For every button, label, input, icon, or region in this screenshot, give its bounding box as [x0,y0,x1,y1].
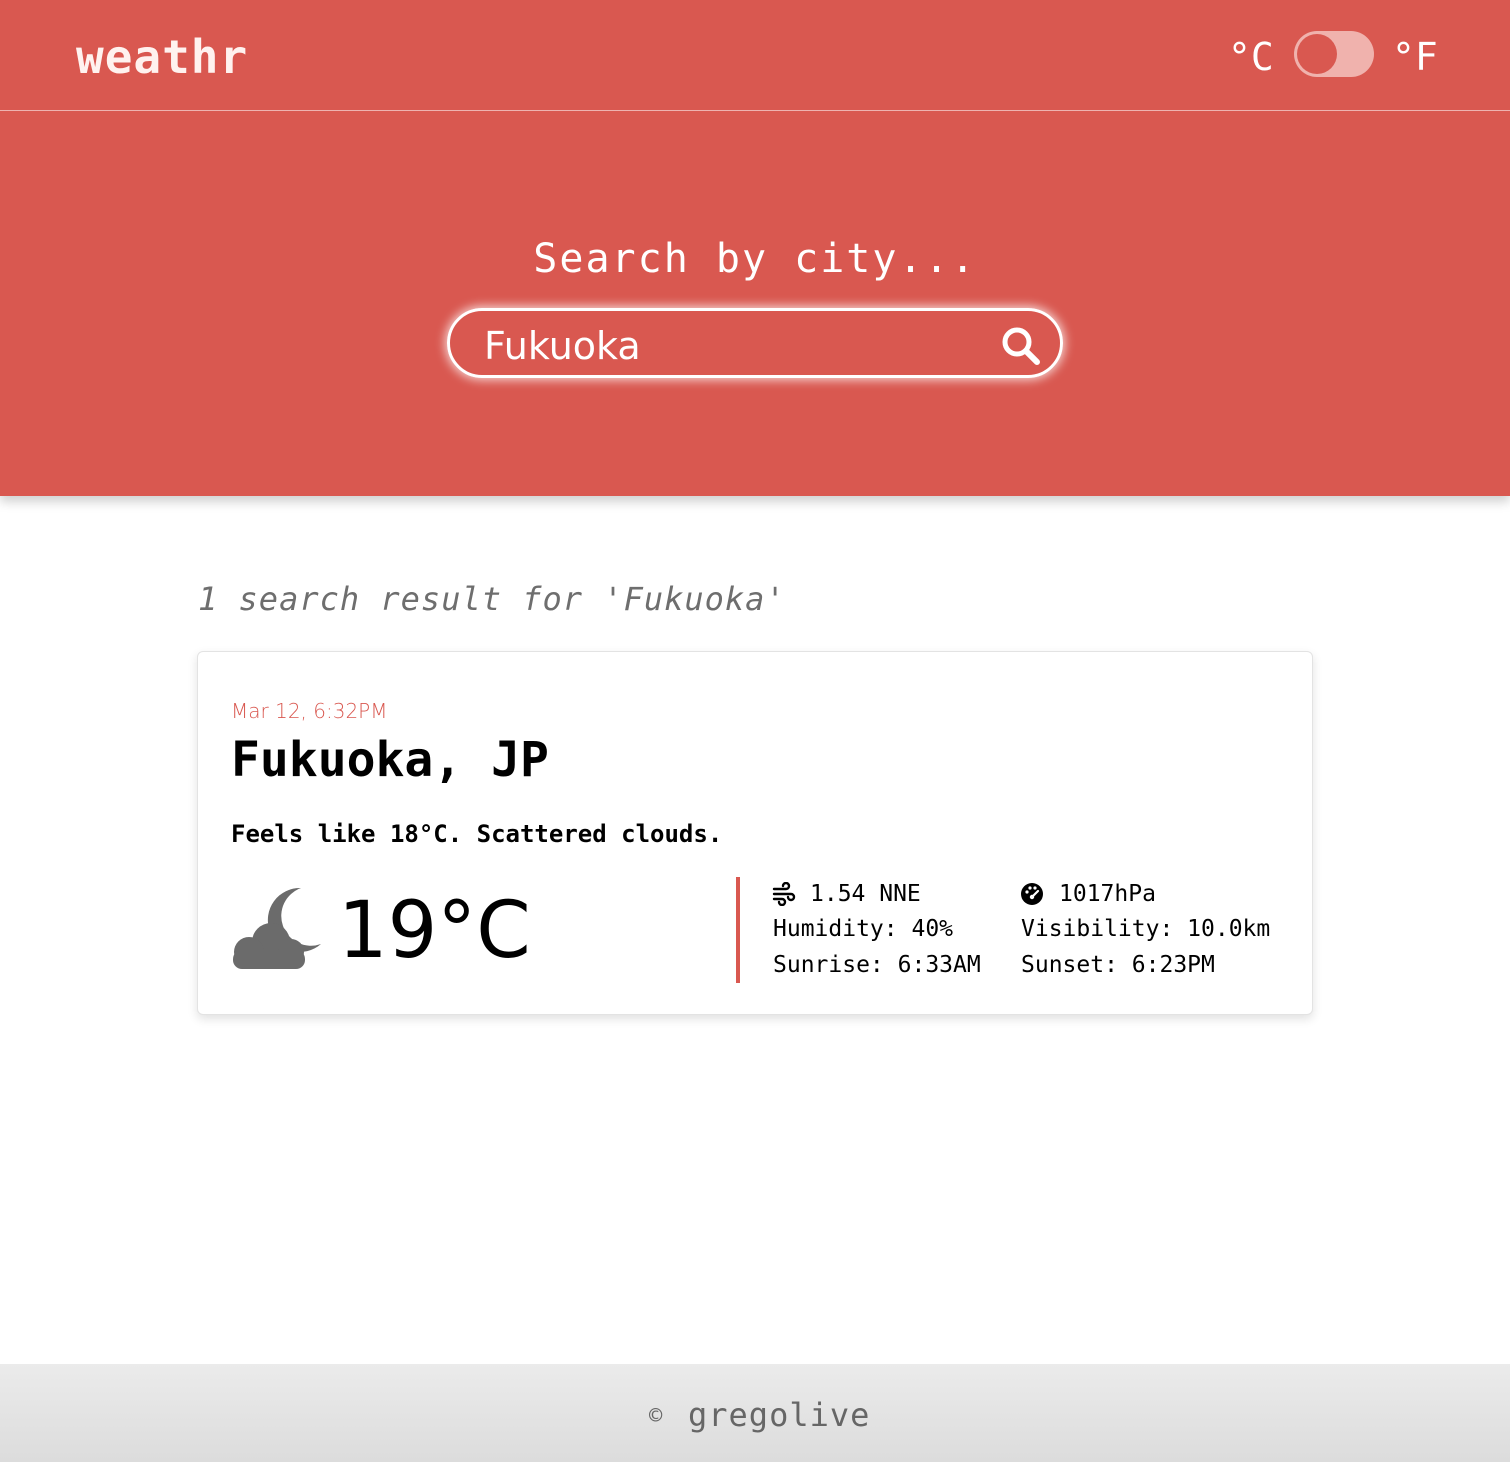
toggle-knob [1297,34,1337,74]
search-input[interactable]: Fukuoka [447,308,1063,378]
search-result-summary: 1 search result for 'Fukuoka' [198,580,786,618]
weather-description: Feels like 18°C. Scattered clouds. [231,820,723,848]
pressure-value: 1017hPa [1059,881,1156,907]
celsius-label: °C [1228,35,1274,79]
local-datetime: Mar 12, 6:32PM [231,699,388,723]
navbar: weathr °C °F [0,0,1510,111]
cloud-moon-icon [233,887,321,969]
copyright-symbol: © [649,1404,663,1429]
search-input-value[interactable]: Fukuoka [484,324,641,368]
wind-icon [772,882,796,906]
card-divider [736,877,740,983]
visibility-value: Visibility: 10.0km [1021,916,1271,942]
unit-toggle[interactable] [1294,31,1374,77]
gauge-icon [1021,883,1043,905]
app-logo[interactable]: weathr [76,30,248,84]
author-link[interactable]: gregolive [688,1396,870,1434]
sunrise-value: Sunrise: 6:33AM [773,952,981,978]
hero-header: weathr °C °F Search by city... Fukuoka [0,0,1510,496]
sunset-value: Sunset: 6:23PM [1021,952,1215,978]
search-icon[interactable] [1000,325,1042,367]
current-temperature: 19°C [338,886,531,976]
location-name: Fukuoka, JP [231,732,549,788]
wind-value: 1.54 NNE [810,881,921,907]
fahrenheit-label: °F [1392,35,1438,79]
search-prompt: Search by city... [533,236,977,282]
humidity-value: Humidity: 40% [773,916,954,942]
weather-result-card: Mar 12, 6:32PM Fukuoka, JP Feels like 18… [197,651,1313,1015]
